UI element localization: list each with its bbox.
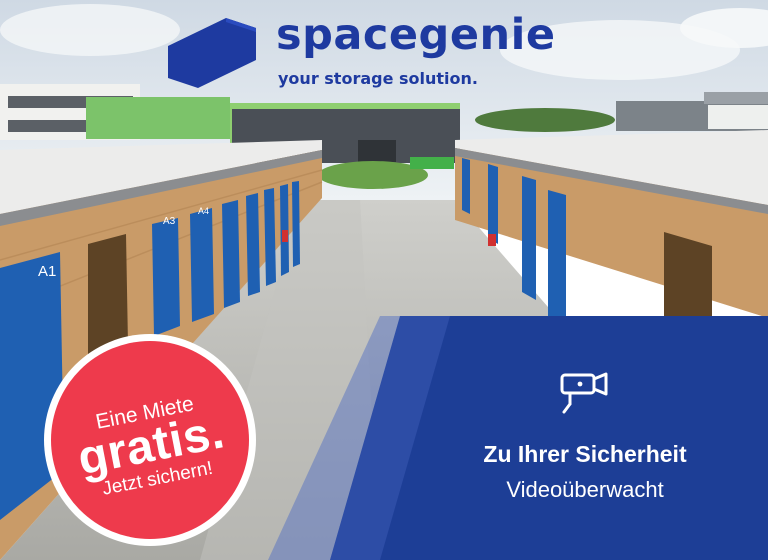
- security-subtitle: Videoüberwacht: [506, 477, 664, 502]
- brand-cube-icon: [168, 18, 256, 88]
- promo-badge[interactable]: Eine Miete gratis. Jetzt sichern!: [44, 334, 256, 546]
- unit-label-a4: A4: [198, 206, 209, 216]
- brand-tagline: your storage solution.: [278, 69, 478, 88]
- unit-label-a1: A1: [38, 263, 56, 280]
- security-title: Zu Ihrer Sicherheit: [483, 441, 687, 467]
- brand-logo[interactable]: spacegenie your storage solution.: [168, 10, 608, 94]
- security-camera-icon: [560, 372, 608, 414]
- promo-badge-disc: Eine Miete gratis. Jetzt sichern!: [51, 341, 249, 539]
- unit-label-a3: A3: [163, 216, 176, 227]
- brand-name: spacegenie: [276, 10, 556, 60]
